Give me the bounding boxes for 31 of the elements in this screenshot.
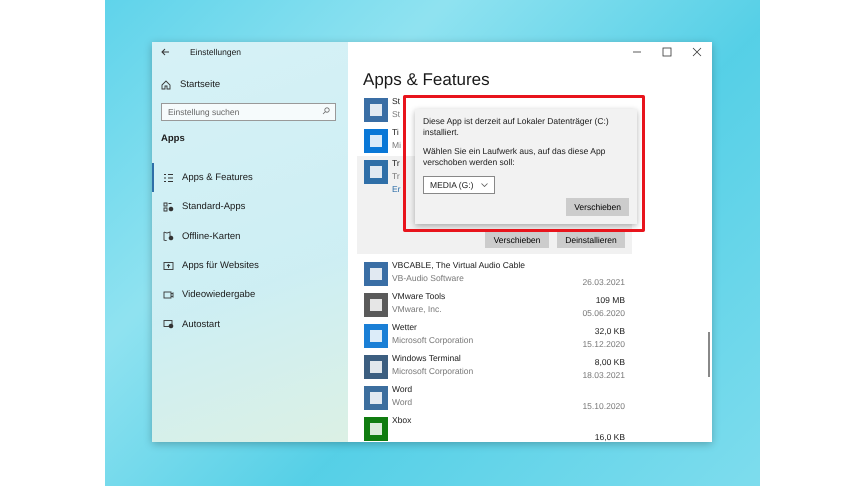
app-publisher: Tr — [392, 171, 400, 181]
install-date: 15.12.2020 — [582, 339, 625, 349]
app-name: Windows Terminal — [392, 353, 461, 363]
app-size: 16,0 KB — [594, 432, 625, 442]
install-date: 18.03.2021 — [582, 370, 625, 380]
app-name: VMware Tools — [392, 291, 446, 301]
install-date: 15.10.2020 — [582, 401, 625, 411]
app-size: 109 MB — [596, 295, 625, 305]
app-publisher: VMware, Inc. — [392, 304, 442, 314]
app-name: Wetter — [392, 322, 417, 332]
app-name: Xbox — [392, 415, 412, 425]
page-heading: Apps & Features — [363, 70, 491, 90]
app-name: Tr — [392, 158, 400, 168]
install-date: 26.03.2021 — [582, 277, 625, 287]
app-publisher: Mi — [392, 140, 401, 150]
window-title: Einstellungen — [190, 47, 242, 57]
app-name: St — [392, 96, 400, 106]
dialog-message: Diese App ist derzeit auf Lokaler Datenträger (C:) installiert. — [423, 116, 610, 138]
section-heading: Apps — [161, 133, 186, 144]
app-name: VBCABLE, The Virtual Audio Cable — [392, 260, 525, 270]
app-name: Ti — [392, 127, 399, 137]
app-size: 8,00 KB — [594, 357, 625, 367]
app-publisher: VB-Audio Software — [392, 273, 464, 283]
install-date: 05.06.2020 — [582, 308, 625, 318]
app-publisher: Microsoft Corporation — [392, 366, 474, 376]
app-publisher: Word — [392, 397, 412, 407]
app-publisher: St — [392, 109, 400, 119]
app-size: 32,0 KB — [594, 326, 625, 336]
app-name: Word — [392, 384, 412, 394]
dialog-prompt: Wählen Sie ein Laufwerk aus, auf das diese App verschoben werden soll: — [423, 146, 606, 168]
app-publisher: Microsoft Corporation — [392, 335, 474, 345]
